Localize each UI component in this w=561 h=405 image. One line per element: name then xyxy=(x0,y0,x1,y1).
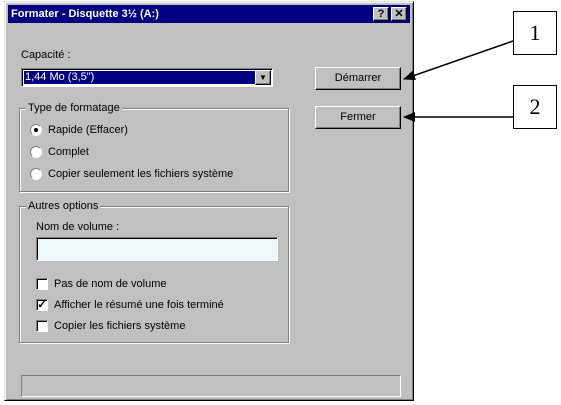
callout-arrows xyxy=(403,40,514,122)
arrow-to-start-button xyxy=(403,40,514,81)
